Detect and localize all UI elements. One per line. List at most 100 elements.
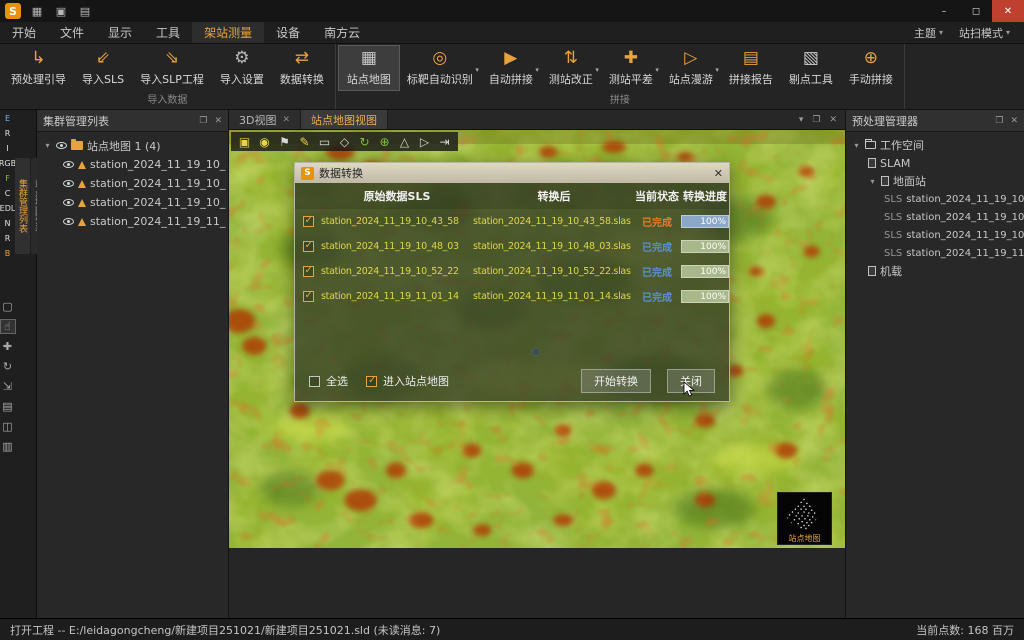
mode-n-button[interactable]: N bbox=[5, 220, 11, 228]
grid-icon[interactable]: ▦ bbox=[29, 5, 45, 18]
exit-icon[interactable]: ⇥ bbox=[436, 134, 453, 149]
sls-station-row[interactable]: SLS station_2024_11_19_11_1_... bbox=[846, 244, 1024, 262]
float-panel-icon[interactable]: ❐ bbox=[199, 116, 207, 126]
split-view-icon[interactable]: ◫ bbox=[1, 420, 15, 433]
viewport-close-icon[interactable]: ✕ bbox=[829, 115, 837, 125]
mode-edl-button[interactable]: EDL bbox=[0, 205, 15, 213]
mode-f-button[interactable]: F bbox=[5, 175, 10, 183]
sls-station-row[interactable]: SLS station_2024_11_19_10_43_... bbox=[846, 190, 1024, 208]
chevron-down-icon[interactable]: ▾ bbox=[852, 141, 861, 150]
row-checkbox[interactable] bbox=[303, 291, 314, 302]
target-auto-detect-button[interactable]: ◎ 标靶自动识别 ▾ bbox=[399, 46, 481, 90]
save-icon[interactable]: ▣ bbox=[53, 5, 69, 18]
visibility-eye-icon[interactable] bbox=[63, 218, 74, 225]
float-panel-icon[interactable]: ❐ bbox=[995, 116, 1003, 126]
point-removal-button[interactable]: ▧ 剔点工具 bbox=[781, 46, 841, 90]
ground-station-row[interactable]: ▾ 地面站 bbox=[846, 172, 1024, 190]
draw-icon[interactable]: ✎ bbox=[296, 134, 313, 149]
tree-root-row[interactable]: ▾ 站点地图 1 (4) bbox=[39, 136, 226, 155]
move-icon[interactable]: ✚ bbox=[1, 340, 15, 353]
menu-item-start[interactable]: 开始 bbox=[0, 22, 48, 43]
select-circle-icon[interactable]: ◉ bbox=[256, 134, 273, 149]
chevron-down-icon[interactable]: ▾ bbox=[868, 177, 877, 186]
menu-item-device[interactable]: 设备 bbox=[264, 22, 312, 43]
menu-item-display[interactable]: 显示 bbox=[96, 22, 144, 43]
mode-r2-button[interactable]: R bbox=[5, 235, 11, 243]
mode-r-button[interactable]: R bbox=[5, 130, 11, 138]
visibility-eye-icon[interactable] bbox=[56, 142, 67, 149]
tab-station-map-view[interactable]: 站点地图视图 bbox=[301, 110, 388, 129]
import-slp-button[interactable]: ⇘ 导入SLP工程 bbox=[132, 46, 212, 90]
station-row[interactable]: station_2024_11_19_10_5... bbox=[39, 193, 226, 212]
manual-stitch-button[interactable]: ⊕ 手动拼接 bbox=[841, 46, 901, 90]
station-map-button[interactable]: ▦ 站点地图 bbox=[339, 46, 399, 90]
preprocess-guide-button[interactable]: ↳ 预处理引导 bbox=[3, 46, 74, 90]
auto-stitch-button[interactable]: ▶ 自动拼接 ▾ bbox=[481, 46, 541, 90]
station-correction-button[interactable]: ⇅ 测站改正 ▾ bbox=[541, 46, 601, 90]
folder-icon[interactable]: ▤ bbox=[77, 5, 93, 18]
menu-item-file[interactable]: 文件 bbox=[48, 22, 96, 43]
row-checkbox[interactable] bbox=[303, 216, 314, 227]
maximize-button[interactable]: ◻ bbox=[960, 0, 992, 22]
minimap[interactable]: 站点地图 bbox=[777, 492, 832, 545]
pan-hand-icon[interactable]: ☝ bbox=[1, 320, 15, 333]
viewport-dropdown-icon[interactable]: ▾ bbox=[799, 115, 804, 125]
menu-item-station-survey[interactable]: 架站测量 bbox=[192, 22, 264, 43]
import-sls-button[interactable]: ⇙ 导入SLS bbox=[74, 46, 132, 90]
mode-rgb-button[interactable]: RGB bbox=[0, 160, 16, 168]
visibility-eye-icon[interactable] bbox=[63, 161, 74, 168]
profile-icon[interactable]: △ bbox=[396, 134, 413, 149]
minimize-button[interactable]: – bbox=[928, 0, 960, 22]
airborne-row[interactable]: 机载 bbox=[846, 262, 1024, 280]
tab-3d-view[interactable]: 3D视图 ✕ bbox=[229, 110, 301, 129]
tab-close-icon[interactable]: ✕ bbox=[282, 115, 290, 125]
select-rect-icon[interactable]: ▣ bbox=[236, 134, 253, 149]
chevron-down-icon[interactable]: ▾ bbox=[43, 141, 52, 150]
mode-e-button[interactable]: E bbox=[5, 115, 10, 123]
mode-i-button[interactable]: I bbox=[6, 145, 8, 153]
dialog-close-icon[interactable]: ✕ bbox=[714, 167, 723, 180]
station-row[interactable]: station_2024_11_19_10_4... bbox=[39, 174, 226, 193]
select-box-icon[interactable]: ▢ bbox=[1, 300, 15, 313]
refresh-icon[interactable]: ↻ bbox=[356, 134, 373, 149]
vtab-cluster-list[interactable]: 集群管理列表 bbox=[15, 158, 30, 254]
slam-row[interactable]: SLAM bbox=[846, 154, 1024, 172]
select-all-checkbox[interactable] bbox=[309, 376, 320, 387]
visibility-eye-icon[interactable] bbox=[63, 199, 74, 206]
sls-station-row[interactable]: SLS station_2024_11_19_10_48_... bbox=[846, 208, 1024, 226]
rotate-icon[interactable]: ↻ bbox=[1, 360, 15, 373]
enter-station-map-checkbox[interactable] bbox=[366, 376, 377, 387]
dialog-titlebar[interactable]: S 数据转换 ✕ bbox=[295, 163, 729, 183]
close-panel-icon[interactable]: ✕ bbox=[1010, 116, 1018, 126]
import-settings-button[interactable]: ⚙ 导入设置 bbox=[212, 46, 272, 90]
mode-b-button[interactable]: B bbox=[5, 250, 11, 258]
scan-mode-dropdown[interactable]: 站扫模式 ▾ bbox=[951, 25, 1018, 41]
mode-c-button[interactable]: C bbox=[5, 190, 11, 198]
visibility-eye-icon[interactable] bbox=[63, 180, 74, 187]
close-button[interactable]: ✕ bbox=[992, 0, 1024, 22]
rect-region-icon[interactable]: ▭ bbox=[316, 134, 333, 149]
zoom-extent-icon[interactable]: ⇲ bbox=[1, 380, 15, 393]
viewport-float-icon[interactable]: ❐ bbox=[812, 115, 820, 125]
menu-item-south-cloud[interactable]: 南方云 bbox=[312, 22, 372, 43]
polygon-icon[interactable]: ◇ bbox=[336, 134, 353, 149]
data-convert-button[interactable]: ⇄ 数据转换 bbox=[272, 46, 332, 90]
start-convert-button[interactable]: 开始转换 bbox=[581, 369, 651, 393]
station-adjustment-button[interactable]: ✚ 测站平差 ▾ bbox=[601, 46, 661, 90]
station-row[interactable]: station_2024_11_19_10_4... bbox=[39, 155, 226, 174]
row-checkbox[interactable] bbox=[303, 241, 314, 252]
station-roam-button[interactable]: ▷ 站点漫游 ▾ bbox=[661, 46, 721, 90]
flag-icon[interactable]: ⚑ bbox=[276, 134, 293, 149]
menu-item-tools[interactable]: 工具 bbox=[144, 22, 192, 43]
sls-station-row[interactable]: SLS station_2024_11_19_10_52_... bbox=[846, 226, 1024, 244]
station-row[interactable]: station_2024_11_19_11_0... bbox=[39, 212, 226, 231]
row-checkbox[interactable] bbox=[303, 266, 314, 277]
target-point-icon[interactable]: ⊕ bbox=[376, 134, 393, 149]
stitch-report-button[interactable]: ▤ 拼接报告 bbox=[721, 46, 781, 90]
walk-icon[interactable]: ▷ bbox=[416, 134, 433, 149]
workspace-row[interactable]: ▾ 工作空间 bbox=[846, 136, 1024, 154]
grid-view-icon[interactable]: ▥ bbox=[1, 440, 15, 453]
close-panel-icon[interactable]: ✕ bbox=[214, 116, 222, 126]
theme-dropdown[interactable]: 主题 ▾ bbox=[906, 25, 951, 41]
layers-icon[interactable]: ▤ bbox=[1, 400, 15, 413]
